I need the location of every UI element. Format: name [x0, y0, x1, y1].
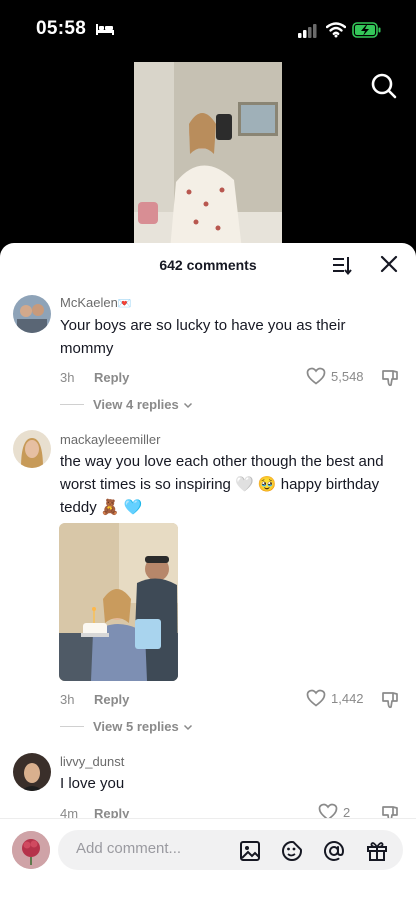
comment-text: Your boys are so lucky to have you as th… — [60, 317, 346, 357]
comment-text: I love you — [60, 775, 125, 792]
chevron-down-icon — [183, 724, 192, 730]
wifi-icon — [326, 22, 346, 38]
comment-time: 3h — [60, 692, 75, 707]
comment-username[interactable]: McKaelen💌 — [60, 295, 132, 310]
comment-time: 3h — [60, 370, 75, 385]
like-button[interactable]: 1,442 — [306, 689, 364, 707]
cellular-signal-icon — [298, 24, 317, 38]
dislike-icon[interactable] — [380, 368, 400, 388]
comment-input-container[interactable] — [58, 830, 403, 870]
mention-icon[interactable] — [322, 839, 346, 863]
like-button[interactable]: 5,548 — [306, 367, 364, 385]
divider — [60, 726, 84, 727]
video-frame-image — [134, 62, 282, 250]
add-comment-input[interactable] — [76, 840, 236, 857]
emoji-icon[interactable] — [280, 839, 304, 863]
comment-text: the way you love each other though the b… — [60, 453, 384, 516]
avatar[interactable] — [13, 295, 51, 333]
search-icon[interactable] — [370, 72, 398, 100]
sleep-focus-icon — [96, 24, 114, 35]
like-count: 1,442 — [331, 690, 364, 706]
comment-count: 642 comments — [159, 257, 257, 273]
status-time: 05:58 — [36, 18, 87, 39]
chevron-down-icon — [183, 402, 192, 408]
divider — [60, 404, 84, 405]
reply-button[interactable]: Reply — [94, 370, 129, 385]
view-replies-button[interactable]: View 4 replies — [60, 397, 194, 412]
dislike-icon[interactable] — [380, 690, 400, 710]
gift-icon[interactable] — [365, 839, 389, 863]
love-letter-emoji: 💌 — [117, 298, 132, 310]
heart-icon — [306, 367, 326, 385]
sort-icon[interactable] — [331, 254, 353, 276]
reply-button[interactable]: Reply — [94, 692, 129, 707]
avatar[interactable] — [13, 753, 51, 791]
comment-photo[interactable] — [59, 523, 178, 681]
comments-header: 642 comments — [0, 243, 416, 285]
like-count: 5,548 — [331, 368, 364, 384]
comment-username[interactable]: livvy_dunst — [60, 754, 124, 769]
avatar[interactable] — [13, 430, 51, 468]
image-icon[interactable] — [238, 839, 262, 863]
battery-charging-icon — [352, 22, 381, 38]
comments-sheet: 642 comments McKaelen💌 Your boys are so — [0, 243, 416, 900]
video-player[interactable] — [0, 60, 416, 250]
close-icon[interactable] — [380, 255, 398, 273]
comment-username[interactable]: mackayleeemiller — [60, 432, 160, 447]
video-thumbnail[interactable] — [134, 62, 282, 250]
comment-composer — [0, 818, 416, 900]
view-replies-button[interactable]: View 5 replies — [60, 719, 194, 734]
status-bar: 05:58 — [0, 0, 416, 60]
current-user-avatar[interactable] — [12, 831, 50, 869]
heart-icon — [306, 689, 326, 707]
